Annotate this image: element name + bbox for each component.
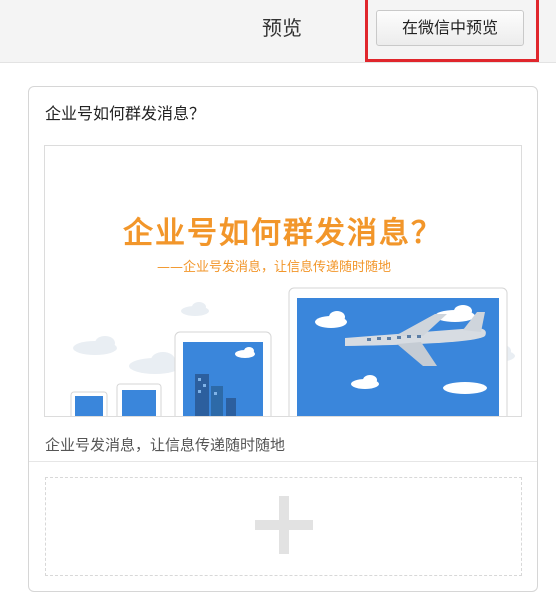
- divider: [29, 461, 537, 462]
- cover-image: 企业号如何群发消息？ ——企业号发消息，让信息传递随时随地: [44, 145, 522, 417]
- page-title: 预览: [262, 16, 302, 40]
- article-card: 企业号如何群发消息？ 企业号如何群发消息？ ——企业号发消息，让信息传递随时随地: [28, 86, 538, 592]
- cover-illustration: [70, 287, 515, 416]
- preview-in-wechat-button[interactable]: 在微信中预览: [376, 10, 524, 46]
- article-digest: 企业号发消息，让信息传递随时随地: [45, 436, 286, 454]
- preview-header: 预览 在微信中预览: [0, 0, 556, 63]
- add-article-area[interactable]: [45, 477, 522, 576]
- article-title: 企业号如何群发消息？: [45, 104, 206, 123]
